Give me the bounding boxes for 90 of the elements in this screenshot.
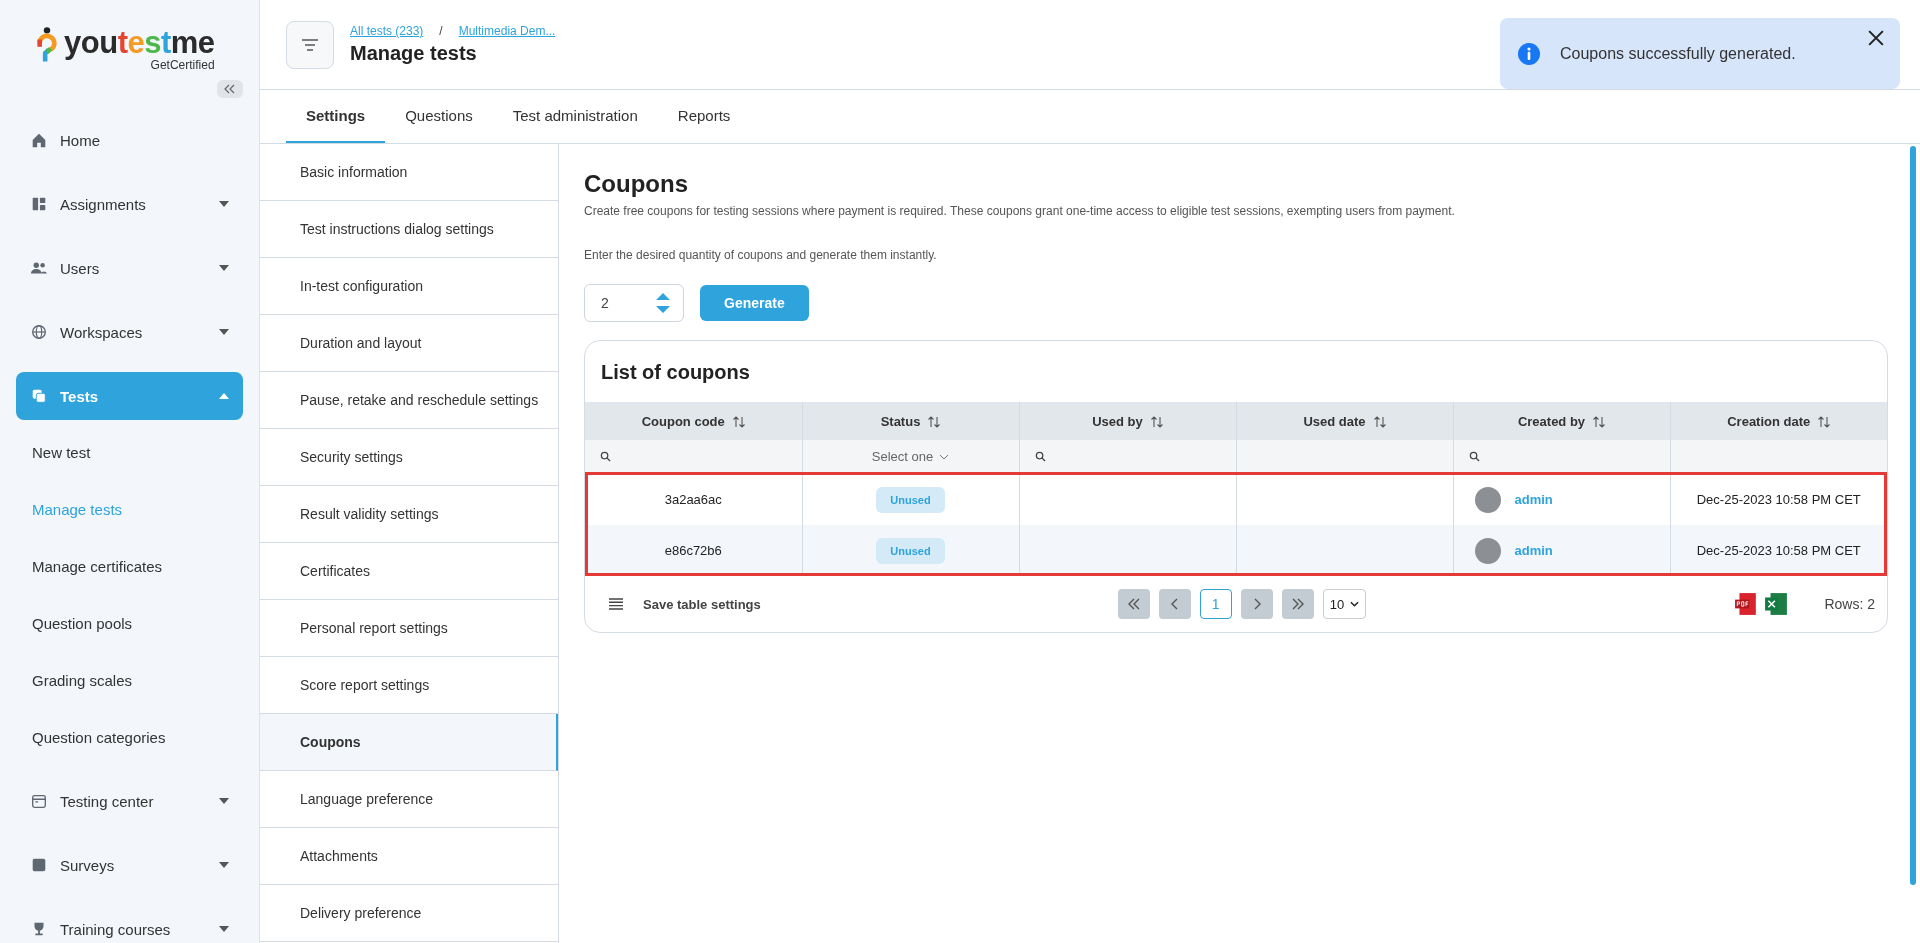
toast-message: Coupons successfully generated. xyxy=(1560,44,1797,63)
sort-icon xyxy=(1818,416,1831,429)
sidebar-item[interactable]: Training courses xyxy=(16,905,243,943)
instruction-text: Enter the desired quantity of coupons and generate them instantly. xyxy=(584,248,938,262)
status-filter-dropdown[interactable]: Select one xyxy=(871,449,950,465)
logo-wordmark: youtestme xyxy=(64,26,215,60)
tab[interactable]: Settings xyxy=(286,90,386,143)
copy-icon xyxy=(30,387,48,405)
status-badge: Unused xyxy=(876,537,945,564)
sidebar-item[interactable]: Workspaces xyxy=(16,308,243,356)
column-header[interactable]: Creation date xyxy=(1670,402,1887,440)
sidebar-subitem[interactable]: Question categories xyxy=(16,709,243,766)
collapse-sidebar-icon[interactable] xyxy=(217,80,243,98)
table-cell: Dec-25-2023 10:58 PM CET xyxy=(1670,525,1887,576)
globe-icon xyxy=(30,323,48,341)
breadcrumb-separator: / xyxy=(439,24,443,38)
sort-icon xyxy=(732,416,745,429)
sidebar-subitem[interactable]: Question pools xyxy=(16,595,243,652)
logo-icon xyxy=(36,26,58,64)
column-header[interactable]: Status xyxy=(802,402,1019,440)
table-cell: e86c72b6 xyxy=(585,525,802,576)
sidebar-subitem[interactable]: Grading scales xyxy=(16,652,243,709)
row-count: Rows: 2 xyxy=(1824,596,1875,612)
avatar xyxy=(1474,537,1501,564)
home-icon xyxy=(30,131,48,149)
first-page-icon xyxy=(1126,598,1141,610)
table-cell: 3a2aa6ac xyxy=(585,474,802,525)
column-header[interactable]: Used by xyxy=(1019,402,1236,440)
close-icon xyxy=(1868,30,1884,46)
sidebar-subitem[interactable]: New test xyxy=(16,424,243,481)
table-cell: Dec-25-2023 10:58 PM CET xyxy=(1670,474,1887,525)
sidebar-item[interactable]: Assignments xyxy=(16,180,243,228)
search-icon xyxy=(600,451,611,463)
tab[interactable]: Questions xyxy=(385,90,493,143)
settings-menu-item[interactable]: Language preference xyxy=(260,771,558,828)
sidebar-item[interactable]: Users xyxy=(16,244,243,292)
tab[interactable]: Test administration xyxy=(492,90,658,143)
previous-page-button[interactable] xyxy=(1158,589,1191,619)
dashboard-icon xyxy=(30,195,48,213)
settings-menu-item[interactable]: Duration and layout xyxy=(260,315,558,372)
status-badge: Unused xyxy=(876,486,945,513)
page-title: Manage tests xyxy=(350,42,478,65)
last-page-button[interactable] xyxy=(1281,589,1314,619)
chevron-down-icon xyxy=(1350,601,1360,607)
quantity-field[interactable]: 2 xyxy=(584,284,684,322)
tab[interactable]: Reports xyxy=(657,90,751,143)
settings-menu-item[interactable]: Security settings xyxy=(260,429,558,486)
section-title: Coupons xyxy=(584,170,689,198)
settings-menu-item[interactable]: Test instructions dialog settings xyxy=(260,201,558,258)
settings-menu-item[interactable]: Coupons xyxy=(260,714,558,771)
calendar-icon xyxy=(30,792,48,810)
settings-menu-item[interactable]: Delivery preference xyxy=(260,885,558,942)
pdf-export-icon[interactable] xyxy=(1734,592,1759,616)
stepper-arrows-icon[interactable] xyxy=(655,292,671,314)
excel-export-icon[interactable] xyxy=(1764,592,1789,616)
settings-menu-item[interactable]: Personal report settings xyxy=(260,600,558,657)
sort-icon xyxy=(1150,416,1163,429)
settings-menu-item[interactable]: Pause, retake and reschedule settings xyxy=(260,372,558,429)
chevron-down-icon xyxy=(939,453,950,460)
save-settings-link[interactable]: Save table settings xyxy=(643,596,761,612)
menu-button[interactable] xyxy=(286,20,334,69)
column-header[interactable]: Coupon code xyxy=(585,402,802,440)
page-size-select[interactable]: 10 xyxy=(1322,589,1367,619)
logo-tagline: GetCertified xyxy=(150,58,215,72)
sidebar-item[interactable]: Testing center xyxy=(16,777,243,825)
menu-icon xyxy=(301,37,319,52)
description-text: Create free coupons for testing sessions where payment is required. These coupons grant one-time access to eligible test sessions, exempting users from payment. xyxy=(584,204,1456,218)
next-page-button[interactable] xyxy=(1240,589,1273,619)
avatar xyxy=(1474,486,1501,513)
close-button[interactable] xyxy=(1868,30,1884,46)
sidebar-item[interactable]: Home xyxy=(16,116,243,164)
sidebar-subitem[interactable]: Manage certificates xyxy=(16,538,243,595)
settings-menu-item[interactable]: Basic information xyxy=(260,144,558,201)
info-icon xyxy=(1518,42,1540,65)
search-icon xyxy=(1468,451,1480,463)
sidebar-item[interactable]: Surveys xyxy=(16,841,243,889)
column-header[interactable]: Created by xyxy=(1453,402,1670,440)
settings-menu-item[interactable]: In-test configuration xyxy=(260,258,558,315)
settings-menu-item[interactable]: Attachments xyxy=(260,828,558,885)
sort-icon xyxy=(928,416,941,429)
settings-menu-item[interactable]: Certificates xyxy=(260,543,558,600)
table-title: List of coupons xyxy=(600,360,751,385)
settings-menu-item[interactable]: Result validity settings xyxy=(260,486,558,543)
column-header[interactable]: Used date xyxy=(1236,402,1453,440)
scrollbar[interactable] xyxy=(1910,146,1916,885)
sort-icon xyxy=(1373,416,1386,429)
last-page-icon xyxy=(1290,598,1305,610)
first-page-button[interactable] xyxy=(1117,589,1150,619)
search-icon xyxy=(1034,451,1046,463)
sort-icon xyxy=(1593,416,1606,429)
